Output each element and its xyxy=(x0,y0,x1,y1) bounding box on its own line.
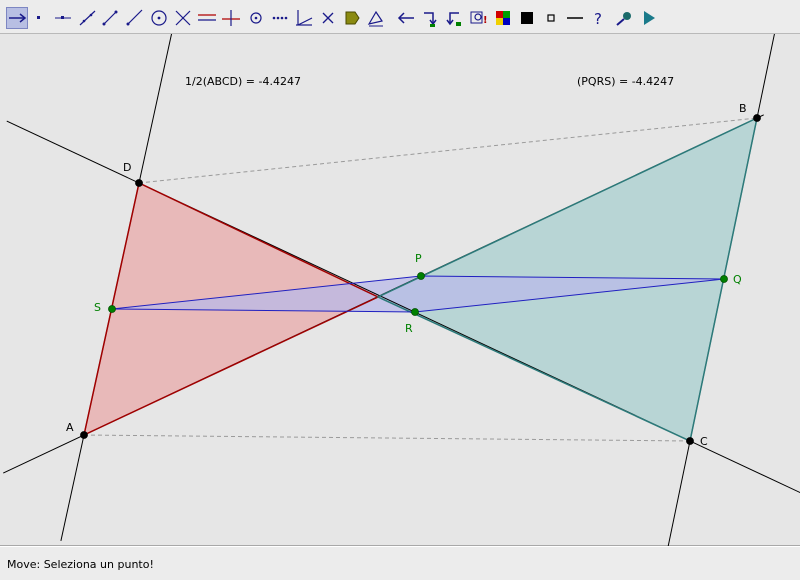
measure-half-abcd[interactable]: 1/2(ABCD) = -4.4247 xyxy=(185,75,301,88)
dotted-line-tool-button[interactable] xyxy=(269,7,291,29)
diagonal-ac[interactable] xyxy=(83,434,691,442)
measure-pqrs[interactable]: (PQRS) = -4.4247 xyxy=(577,75,674,88)
parallel-line-icon xyxy=(198,14,216,21)
dotted-line-icon xyxy=(272,16,288,20)
angle-icon xyxy=(296,10,313,26)
geometry-canvas-svg[interactable] xyxy=(0,34,800,546)
ray-tool-button[interactable] xyxy=(123,7,145,29)
point-label-b: B xyxy=(739,102,747,115)
redefine-icon xyxy=(424,12,437,27)
parallel-line-tool-button[interactable] xyxy=(196,7,218,29)
search-tool-button[interactable]: ! xyxy=(468,7,490,29)
ray-icon xyxy=(126,9,143,26)
polygon-fill-icon xyxy=(345,11,360,25)
play-tool-button[interactable] xyxy=(638,7,660,29)
point-label-r: R xyxy=(405,322,413,335)
black-square-tool-button[interactable] xyxy=(516,7,538,29)
help-icon: ? xyxy=(594,10,602,28)
point-label-q: Q xyxy=(733,273,742,286)
point-label-a: A xyxy=(66,421,74,434)
perpendicular-line-icon xyxy=(222,10,240,26)
point-label-c: C xyxy=(700,435,708,448)
toolbar: !? xyxy=(0,0,800,34)
point-on-object-tool-button[interactable] xyxy=(52,7,74,29)
segment-icon xyxy=(102,10,118,26)
black-square-icon xyxy=(521,12,533,24)
redefine-tool-button[interactable] xyxy=(419,7,441,29)
arrow-left-icon xyxy=(397,12,414,24)
delete-tool-button[interactable] xyxy=(317,7,339,29)
move-arrow-tool-button[interactable] xyxy=(6,7,28,29)
line-tool-button[interactable] xyxy=(76,7,98,29)
redo-tool-button[interactable] xyxy=(443,7,465,29)
angle-tool-button[interactable] xyxy=(293,7,315,29)
redo-icon xyxy=(446,12,461,26)
point-icon xyxy=(37,16,40,19)
delete-icon xyxy=(322,12,334,24)
status-bar: Move: Seleziona un punto! xyxy=(0,546,800,580)
point-s[interactable] xyxy=(108,305,116,313)
point-label-p: P xyxy=(415,252,422,265)
perpendicular-line-tool-button[interactable] xyxy=(220,7,242,29)
magnifier-icon xyxy=(616,12,631,26)
dash-tool-button[interactable] xyxy=(564,7,586,29)
color-palette-icon xyxy=(496,11,510,25)
intersection-icon xyxy=(175,10,191,26)
small-square-icon xyxy=(547,14,555,22)
midpoint-icon xyxy=(250,12,262,24)
point-q[interactable] xyxy=(720,275,728,283)
line-icon xyxy=(79,10,96,26)
circle-tool-button[interactable] xyxy=(148,7,170,29)
magnifier-tool-button[interactable] xyxy=(613,7,635,29)
point-p[interactable] xyxy=(417,272,425,280)
point-tool-button[interactable] xyxy=(28,7,50,29)
drawing-canvas[interactable]: 1/2(ABCD) = -4.4247 (PQRS) = -4.4247 A B C… xyxy=(0,34,800,546)
point-c[interactable] xyxy=(686,437,694,445)
polygon-fill-tool-button[interactable] xyxy=(341,7,363,29)
intersection-tool-button[interactable] xyxy=(172,7,194,29)
circle-icon xyxy=(151,10,167,26)
play-icon xyxy=(644,11,655,25)
point-label-s: S xyxy=(94,301,101,314)
midpoint-tool-button[interactable] xyxy=(245,7,267,29)
measure-icon xyxy=(367,10,383,27)
point-d[interactable] xyxy=(135,179,143,187)
point-b[interactable] xyxy=(753,114,761,122)
point-r[interactable] xyxy=(411,308,419,316)
color-palette-tool-button[interactable] xyxy=(492,7,514,29)
search-icon: ! xyxy=(470,11,488,26)
small-square-tool-button[interactable] xyxy=(540,7,562,29)
point-a[interactable] xyxy=(80,431,88,439)
svg-text:!: ! xyxy=(483,15,488,26)
dash-icon xyxy=(567,17,583,19)
help-tool-button[interactable]: ? xyxy=(588,7,610,29)
arrow-left-tool-button[interactable] xyxy=(395,7,417,29)
svg-text:?: ? xyxy=(594,10,602,28)
segment-tool-button[interactable] xyxy=(99,7,121,29)
point-label-d: D xyxy=(123,161,132,174)
measure-tool-button[interactable] xyxy=(365,7,387,29)
move-arrow-icon xyxy=(9,13,27,23)
status-text: Move: Seleziona un punto! xyxy=(7,558,154,571)
point-on-object-icon xyxy=(55,16,71,19)
